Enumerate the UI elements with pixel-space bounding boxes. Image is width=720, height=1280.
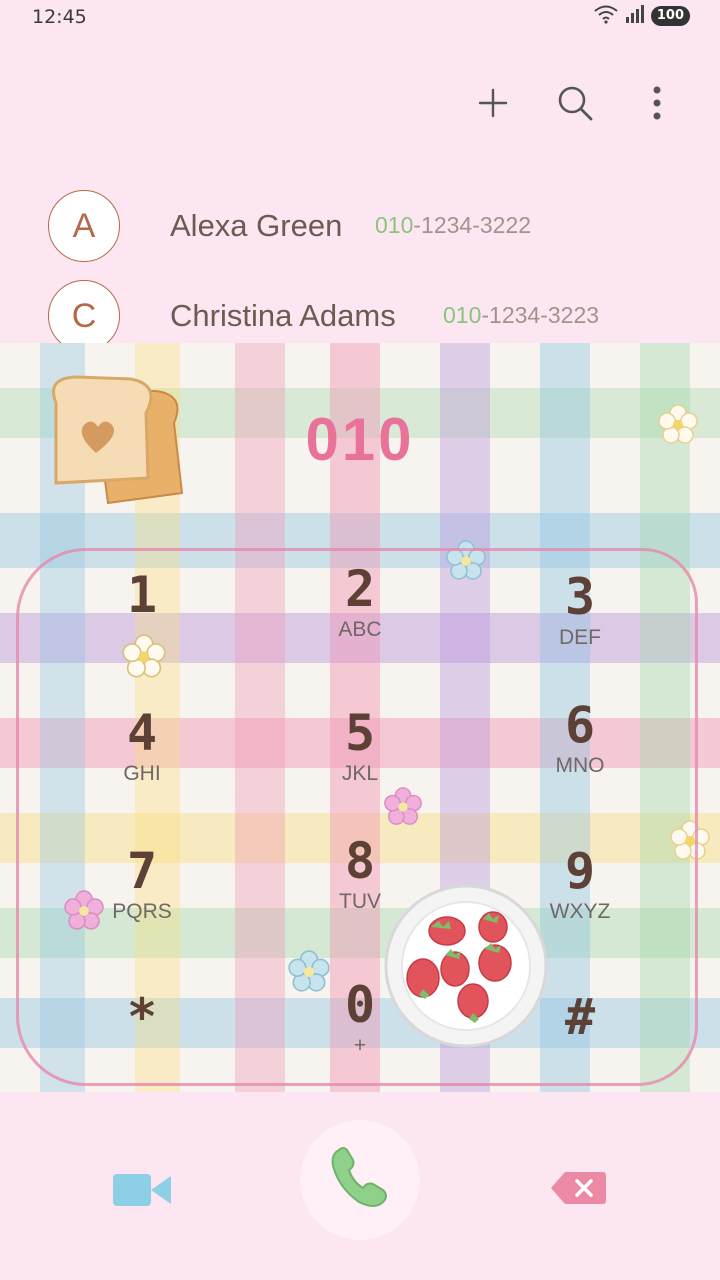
search-button[interactable] bbox=[552, 82, 598, 128]
key-6[interactable]: 6 MNO bbox=[480, 697, 680, 807]
avatar: C bbox=[48, 280, 120, 352]
key-letters: ABC bbox=[338, 618, 382, 641]
plus-icon bbox=[477, 87, 509, 123]
key-4[interactable]: 4 GHI bbox=[42, 705, 242, 815]
number-match: 010 bbox=[443, 302, 482, 328]
status-bar: 12:45 100 bbox=[0, 0, 720, 34]
key-digit: 8 bbox=[344, 832, 376, 890]
flower-icon bbox=[656, 403, 700, 451]
contact-name: Christina Adams bbox=[170, 298, 396, 333]
key-letters: MNO bbox=[555, 754, 605, 777]
add-contact-button[interactable] bbox=[470, 82, 516, 128]
battery-indicator: 100 bbox=[650, 6, 690, 26]
more-vertical-icon bbox=[652, 86, 662, 124]
backspace-button[interactable] bbox=[548, 1170, 608, 1210]
backspace-icon bbox=[549, 1170, 607, 1210]
key-digit: 3 bbox=[564, 568, 596, 626]
key-letters: PQRS bbox=[112, 900, 172, 923]
key-letters: DEF bbox=[559, 626, 601, 649]
contact-name: Alexa Green bbox=[170, 208, 343, 243]
key-letters: GHI bbox=[123, 762, 161, 785]
key-digit: * bbox=[126, 988, 158, 1046]
key-digit: 7 bbox=[126, 842, 158, 900]
key-digit: 1 bbox=[126, 566, 158, 624]
strawberry-plate-icon bbox=[383, 883, 549, 1053]
phone-icon bbox=[329, 1146, 391, 1214]
key-digit: 5 bbox=[344, 704, 376, 762]
bottom-bar bbox=[0, 1092, 720, 1280]
status-icons: 100 bbox=[593, 4, 690, 28]
contact-number: 010-1234-3222 bbox=[375, 212, 531, 239]
key-digit: 6 bbox=[564, 696, 596, 754]
number-rest: -1234-3223 bbox=[481, 302, 600, 328]
contact-number: 010-1234-3223 bbox=[443, 302, 599, 329]
key-2[interactable]: 2 ABC bbox=[260, 561, 460, 671]
contact-suggestion[interactable]: A Alexa Green 010-1234-3222 bbox=[0, 190, 720, 270]
key-5[interactable]: 5 JKL bbox=[260, 705, 460, 815]
key-letters: JKL bbox=[341, 762, 379, 785]
search-icon bbox=[556, 84, 594, 126]
signal-icon bbox=[625, 5, 645, 27]
dialed-number: 010 bbox=[305, 406, 415, 473]
status-time: 12:45 bbox=[32, 6, 87, 28]
call-button[interactable] bbox=[300, 1120, 420, 1240]
key-star[interactable]: * bbox=[42, 989, 242, 1092]
key-digit: 2 bbox=[344, 560, 376, 618]
dialer-keypad-area: 010 1 2 ABC 3 DEF 4 GHI 5 JKL 6 MNO 7 PQ… bbox=[0, 343, 720, 1092]
key-3[interactable]: 3 DEF bbox=[480, 569, 680, 679]
key-digit: 4 bbox=[126, 704, 158, 762]
number-rest: -1234-3222 bbox=[413, 212, 532, 238]
video-camera-icon bbox=[111, 1170, 173, 1214]
more-options-button[interactable] bbox=[634, 82, 680, 128]
key-1[interactable]: 1 bbox=[42, 567, 242, 677]
video-call-button[interactable] bbox=[110, 1170, 174, 1214]
avatar: A bbox=[48, 190, 120, 262]
top-actions bbox=[470, 82, 680, 128]
wifi-icon bbox=[593, 4, 619, 28]
key-7[interactable]: 7 PQRS bbox=[42, 843, 242, 953]
number-match: 010 bbox=[375, 212, 414, 238]
